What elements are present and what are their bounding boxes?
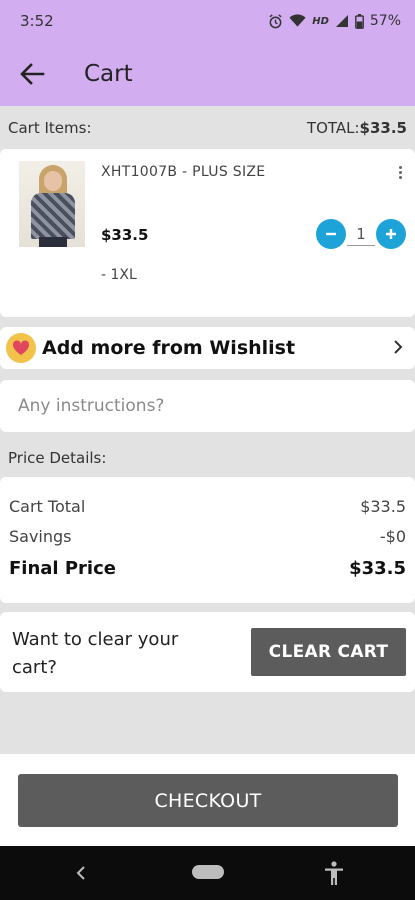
- plus-icon: [386, 229, 396, 239]
- more-options-icon[interactable]: [392, 161, 408, 183]
- cart-summary: Cart Items: TOTAL:$33.5: [0, 108, 415, 148]
- cart-items-label: Cart Items:: [8, 119, 92, 137]
- total-label: TOTAL:: [306, 119, 360, 137]
- cart-total: TOTAL:$33.5: [307, 119, 407, 137]
- back-button[interactable]: [0, 42, 64, 106]
- signal-icon: [335, 15, 348, 27]
- final-price-label: Final Price: [9, 557, 116, 579]
- savings-row: Savings -$0: [9, 521, 406, 551]
- final-price-row: Final Price $33.5: [9, 551, 406, 585]
- app-bar: Cart: [0, 42, 415, 106]
- arrow-left-icon: [20, 63, 45, 85]
- total-value: $33.5: [359, 119, 407, 137]
- chevron-right-icon: [394, 340, 403, 354]
- add-from-wishlist-row[interactable]: Add more from Wishlist: [0, 327, 415, 369]
- savings-value: -$0: [379, 526, 406, 546]
- checkout-bar: CHECKOUT: [0, 754, 415, 846]
- quantity-stepper: 1: [316, 219, 406, 249]
- accessibility-icon[interactable]: [322, 860, 346, 886]
- hd-badge: HD: [312, 15, 329, 27]
- savings-label: Savings: [9, 526, 72, 546]
- battery-percent: 57%: [369, 13, 401, 29]
- battery-icon: [354, 13, 364, 29]
- increase-quantity-button[interactable]: [376, 219, 406, 249]
- instructions-card: [0, 380, 415, 432]
- status-icons: HD 57%: [268, 13, 401, 29]
- final-price-value: $33.5: [349, 557, 406, 579]
- wifi-icon: [289, 14, 306, 27]
- alarm-icon: [269, 13, 282, 28]
- wishlist-label: Add more from Wishlist: [42, 337, 296, 359]
- cart-total-value: $33.5: [360, 496, 406, 516]
- minus-icon: [326, 232, 336, 236]
- page-title: Cart: [84, 61, 133, 87]
- clear-cart-card: Want to clear your cart? CLEAR CART: [0, 612, 415, 692]
- status-bar: 3:52 HD 57%: [0, 0, 415, 42]
- heart-icon: [6, 333, 36, 363]
- product-size: - 1XL: [101, 267, 137, 283]
- price-details-label: Price Details:: [8, 449, 107, 467]
- product-price: $33.5: [101, 226, 149, 244]
- clear-cart-button[interactable]: CLEAR CART: [251, 628, 406, 676]
- cart-total-label: Cart Total: [9, 496, 86, 516]
- instructions-input[interactable]: [18, 396, 398, 416]
- cart-total-row: Cart Total $33.5: [9, 491, 406, 521]
- price-details-card: Cart Total $33.5 Savings -$0 Final Price…: [0, 477, 415, 603]
- status-time: 3:52: [20, 12, 54, 30]
- clear-cart-prompt: Want to clear your cart?: [12, 629, 179, 678]
- checkout-button[interactable]: CHECKOUT: [18, 774, 398, 827]
- nav-home-pill[interactable]: [192, 865, 224, 879]
- system-nav-bar: [0, 846, 415, 900]
- product-name: XHT1007B - PLUS SIZE: [101, 164, 266, 180]
- decrease-quantity-button[interactable]: [316, 219, 346, 249]
- cart-item-card: XHT1007B - PLUS SIZE $33.5 - 1XL 1: [0, 149, 415, 317]
- quantity-value[interactable]: 1: [347, 223, 375, 246]
- product-image[interactable]: [19, 161, 85, 247]
- nav-back-icon[interactable]: [70, 862, 92, 884]
